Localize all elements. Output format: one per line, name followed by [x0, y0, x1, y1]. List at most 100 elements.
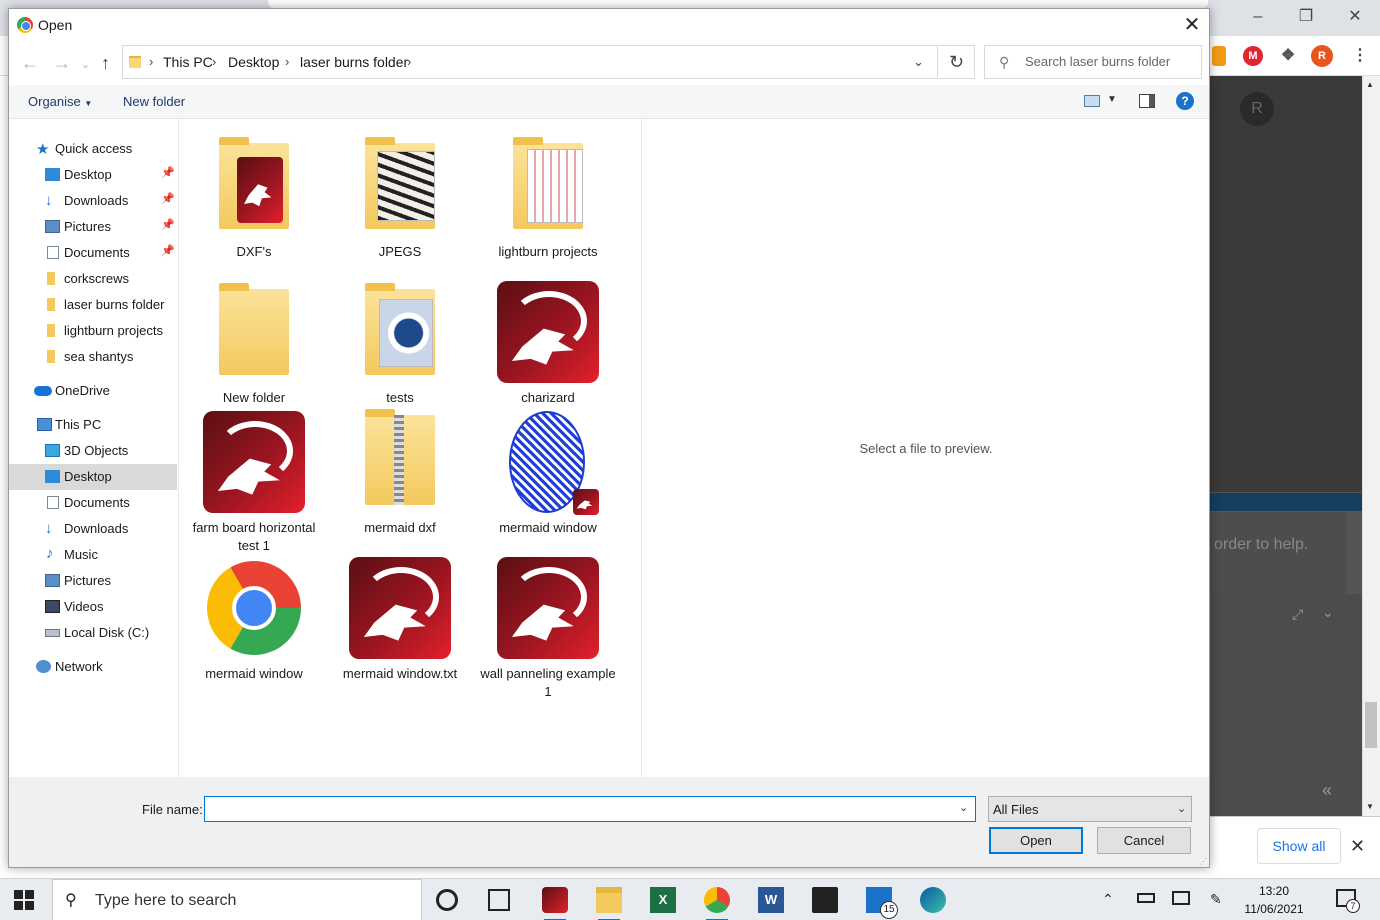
chevron-down-icon[interactable]: ⌄ — [1322, 604, 1334, 621]
sidebar-item-laser-burns-folder[interactable]: laser burns folder — [9, 292, 177, 318]
edge-icon[interactable] — [920, 887, 946, 913]
browser-tab[interactable] — [268, 0, 1208, 8]
up-arrow-icon[interactable]: ↑ — [101, 53, 110, 74]
file-tile-farm-board[interactable]: farm board horizontal test 1 — [185, 411, 323, 555]
sidebar-item-onedrive[interactable]: OneDrive — [9, 378, 177, 404]
expand-icon[interactable]: ⤢ — [1292, 606, 1303, 623]
pen-icon[interactable]: ✎ — [1210, 891, 1222, 908]
file-tile-tests[interactable]: tests — [331, 281, 469, 407]
taskbar-clock[interactable]: 13:20 11/06/2021 — [1244, 882, 1304, 918]
preview-pane-icon[interactable] — [1139, 94, 1155, 108]
excel-icon[interactable]: X — [650, 887, 676, 913]
chevron-up-icon[interactable]: ⌃ — [1102, 891, 1114, 908]
chevron-right-icon[interactable]: › — [407, 54, 411, 69]
sidebar-item-sea-shantys[interactable]: sea shantys — [9, 344, 177, 370]
file-tile-charizard[interactable]: charizard — [479, 281, 617, 407]
puzzle-icon[interactable]: ❖ — [1278, 46, 1298, 66]
sidebar-item-corkscrews[interactable]: corkscrews — [9, 266, 177, 292]
notification-icon[interactable]: 7 — [1336, 889, 1360, 913]
close-icon[interactable]: ✕ — [1179, 13, 1205, 37]
sidebar-item-3d-objects[interactable]: 3D Objects — [9, 438, 177, 464]
dropdown-arrow-icon[interactable]: ▼ — [1107, 94, 1117, 105]
breadcrumb-this-pc[interactable]: This PC — [163, 54, 213, 70]
refresh-icon[interactable]: ↻ — [939, 45, 975, 79]
change-view-icon[interactable] — [1084, 95, 1100, 107]
search-box[interactable]: ⚲ — [984, 45, 1202, 79]
restore-icon[interactable]: ❐ — [1294, 6, 1318, 28]
file-name-input[interactable] — [208, 800, 948, 818]
sidebar-item-lightburn-projects[interactable]: lightburn projects — [9, 318, 177, 344]
chrome-taskbar-icon[interactable] — [704, 887, 730, 920]
cancel-button[interactable]: Cancel — [1097, 827, 1191, 854]
minimize-icon[interactable]: – — [1246, 6, 1270, 28]
scrollbar-thumb[interactable] — [1365, 702, 1377, 748]
sidebar-item-this-pc[interactable]: This PC — [9, 412, 177, 438]
breadcrumb-laser-burns-folder[interactable]: laser burns folder — [300, 54, 408, 70]
file-type-select[interactable]: All Files ⌄ — [988, 796, 1192, 822]
back-arrow-icon[interactable]: ← — [21, 53, 39, 74]
taskbar-search-box[interactable]: ⚲ Type here to search — [52, 879, 422, 920]
sidebar-item-network[interactable]: Network — [9, 654, 177, 680]
mail-icon[interactable]: 15 — [866, 887, 898, 919]
show-all-button[interactable]: Show all — [1257, 828, 1341, 864]
chevron-down-icon[interactable]: ⌄ — [959, 801, 968, 814]
sidebar-item-videos[interactable]: Videos — [9, 594, 177, 620]
chevron-right-icon[interactable]: › — [285, 54, 289, 69]
open-button[interactable]: Open — [989, 827, 1083, 854]
sidebar-item-downloads-pc[interactable]: ↓ Downloads — [9, 516, 177, 542]
windows-start-icon[interactable] — [14, 890, 34, 910]
file-tile-mermaid-dxf[interactable]: mermaid dxf — [331, 409, 469, 537]
sidebar-item-quick-access[interactable]: ★ Quick access — [9, 136, 177, 162]
chevron-down-icon[interactable]: ⌄ — [913, 54, 924, 70]
sidebar-item-music[interactable]: ♪ Music — [9, 542, 177, 568]
extension-icon[interactable] — [1212, 46, 1226, 66]
battery-icon[interactable] — [1137, 893, 1155, 903]
mega-extension-icon[interactable]: M — [1243, 46, 1263, 66]
sidebar-item-desktop-selected[interactable]: Desktop — [9, 464, 177, 490]
cortana-icon[interactable] — [436, 889, 458, 911]
file-tile-wall-panneling[interactable]: wall panneling example 1 — [479, 557, 617, 701]
network-status-icon[interactable] — [1172, 891, 1190, 905]
chevron-right-icon[interactable]: › — [149, 54, 153, 69]
file-tile-dxfs[interactable]: DXF's — [185, 135, 323, 261]
resize-grip-icon[interactable]: ⋰ — [1199, 857, 1207, 866]
sidebar-item-documents-pc[interactable]: Documents — [9, 490, 177, 516]
preview-pane: Select a file to preview. — [641, 119, 1209, 777]
file-tile-jpegs[interactable]: JPEGS — [331, 135, 469, 261]
organise-button[interactable]: Organise ▼ — [28, 94, 92, 109]
close-icon[interactable]: ✕ — [1350, 836, 1365, 857]
close-window-icon[interactable]: ✕ — [1343, 6, 1367, 28]
forward-arrow-icon[interactable]: → — [53, 53, 71, 74]
scroll-down-icon[interactable]: ▼ — [1366, 802, 1374, 811]
file-tile-lightburn-projects[interactable]: lightburn projects — [479, 135, 617, 261]
chevron-right-icon[interactable]: › — [212, 54, 216, 69]
lightburn-taskbar-icon[interactable] — [542, 887, 568, 920]
recent-dropdown-icon[interactable]: ⌄ — [81, 58, 90, 71]
sidebar-item-desktop[interactable]: Desktop 📌 — [9, 162, 177, 188]
file-tile-mermaid-window-chrome[interactable]: mermaid window — [185, 557, 323, 683]
file-name-combobox[interactable]: ⌄ — [204, 796, 976, 822]
sidebar-item-documents[interactable]: Documents 📌 — [9, 240, 177, 266]
collapse-icon[interactable]: « — [1322, 780, 1332, 801]
profile-avatar[interactable]: R — [1311, 45, 1333, 67]
dialog-footer: File name: ⌄ All Files ⌄ Open Cancel ⋰ — [9, 777, 1209, 867]
file-tile-mermaid-window-txt[interactable]: mermaid window.txt — [331, 557, 469, 683]
file-explorer-icon[interactable] — [596, 887, 622, 920]
sidebar-item-pictures[interactable]: Pictures 📌 — [9, 214, 177, 240]
breadcrumb-desktop[interactable]: Desktop — [228, 54, 279, 70]
address-bar[interactable]: › This PC › Desktop › laser burns folder… — [122, 45, 938, 79]
new-folder-button[interactable]: New folder — [123, 94, 185, 109]
word-icon[interactable]: W — [758, 887, 784, 913]
sidebar-item-pictures-pc[interactable]: Pictures — [9, 568, 177, 594]
scroll-up-icon[interactable]: ▲ — [1366, 80, 1374, 89]
help-icon[interactable]: ? — [1176, 92, 1194, 110]
sidebar-item-downloads[interactable]: ↓ Downloads 📌 — [9, 188, 177, 214]
file-name: JPEGS — [378, 244, 422, 259]
task-view-icon[interactable] — [488, 889, 510, 911]
file-tile-new-folder[interactable]: New folder — [185, 281, 323, 407]
menu-dots-icon[interactable]: ⋮ — [1350, 46, 1370, 66]
file-tile-mermaid-window-image[interactable]: mermaid window — [479, 411, 617, 537]
search-input[interactable] — [1025, 54, 1197, 69]
sidebar-item-local-disk[interactable]: Local Disk (C:) — [9, 620, 177, 646]
store-icon[interactable] — [812, 887, 838, 913]
